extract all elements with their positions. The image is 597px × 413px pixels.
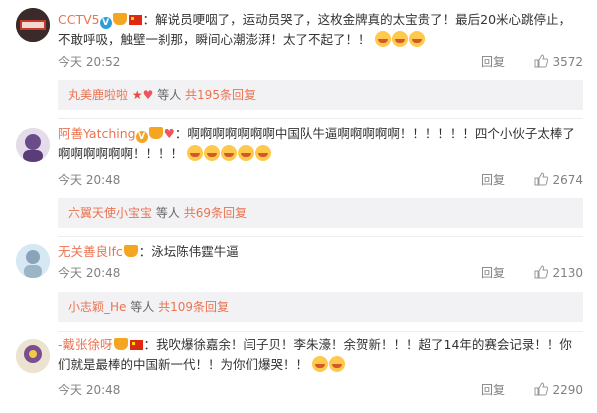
- verified-icon: V: [135, 131, 148, 143]
- reply-others: 等人: [130, 300, 155, 314]
- reply-summary[interactable]: 小志颖_He 等人 共109条回复: [58, 292, 583, 322]
- star-icon: ★: [131, 88, 143, 102]
- comment-text: -戴张徐呀 ：我吹爆徐嘉余！闫子贝！李朱濠！余贺新！！！超了14年的赛会记录！！你…: [58, 335, 583, 375]
- vip-badge-icon: [123, 245, 138, 257]
- reply-count[interactable]: 共109条回复: [158, 300, 229, 314]
- like-count: 2674: [552, 173, 583, 187]
- comment-meta: 今天 20:52 回复 3572: [58, 53, 583, 71]
- thumb-up-icon: [534, 54, 549, 68]
- timestamp: 今天 20:48: [58, 266, 121, 280]
- reply-button[interactable]: 回复: [481, 381, 505, 399]
- comment-body: ：泳坛陈伟霆牛逼: [138, 244, 239, 259]
- emoji-icon: [255, 145, 271, 161]
- username[interactable]: -戴张徐呀: [58, 337, 113, 352]
- heart-icon: ♥: [163, 126, 175, 141]
- timestamp: 今天 20:48: [58, 173, 121, 187]
- reply-count[interactable]: 共195条回复: [185, 88, 256, 102]
- avatar[interactable]: [16, 8, 50, 42]
- like-count: 2130: [552, 266, 583, 280]
- emoji-icon: [374, 31, 391, 47]
- thumb-up-icon: [534, 265, 549, 279]
- timestamp: 今天 20:48: [58, 383, 121, 397]
- reply-button[interactable]: 回复: [481, 264, 505, 282]
- emoji-icon: [312, 356, 328, 372]
- reply-username[interactable]: 六翼天使小宝宝: [68, 206, 152, 220]
- flag-icon: [129, 340, 143, 350]
- avatar[interactable]: [16, 339, 50, 373]
- comment-text: 阿善Yatching V ♥：啊啊啊啊啊啊啊中国队牛逼啊啊啊啊啊！！！！！！四个小伙…: [58, 124, 583, 164]
- reply-summary[interactable]: 丸美鹿啦啦 ★♥ 等人 共195条回复: [58, 80, 583, 110]
- like-button[interactable]: 2674: [534, 171, 583, 189]
- thumb-up-icon: [534, 382, 549, 396]
- cctv5-logo-icon: [16, 8, 50, 42]
- comment-text: CCTV5 V ：解说员哽咽了，运动员哭了，这枚金牌真的太宝贵了！最后20米心跳停止…: [58, 10, 583, 50]
- username[interactable]: 阿善Yatching: [58, 126, 136, 141]
- like-button[interactable]: 2290: [534, 381, 583, 399]
- reply-button[interactable]: 回复: [481, 53, 505, 71]
- avatar-image: [16, 244, 50, 278]
- vip-badge-icon: [113, 338, 128, 350]
- reply-others: 等人: [157, 88, 182, 102]
- reply-username[interactable]: 小志颖_He: [68, 300, 126, 314]
- username[interactable]: CCTV5: [58, 12, 100, 27]
- emoji-icon: [221, 145, 237, 161]
- reply-username[interactable]: 丸美鹿啦啦: [68, 88, 128, 102]
- reply-others: 等人: [155, 206, 180, 220]
- divider: [58, 118, 583, 119]
- emoji-icon: [187, 145, 203, 161]
- avatar-image: [16, 339, 50, 373]
- vip-badge-icon: [112, 13, 127, 25]
- like-button[interactable]: 2130: [534, 264, 583, 282]
- emoji-icon: [329, 356, 345, 372]
- avatar[interactable]: [16, 128, 50, 162]
- username[interactable]: 无关善良lfc: [58, 244, 123, 259]
- reply-summary[interactable]: 六翼天使小宝宝 等人 共69条回复: [58, 198, 583, 228]
- verified-icon: V: [99, 17, 112, 29]
- comment-meta: 今天 20:48 回复 2290: [58, 381, 583, 399]
- comment-meta: 今天 20:48 回复 2674: [58, 171, 583, 189]
- timestamp: 今天 20:52: [58, 55, 121, 69]
- vip-badge-icon: [148, 127, 163, 139]
- like-count: 2290: [552, 383, 583, 397]
- flag-icon: [128, 15, 142, 25]
- divider: [58, 331, 583, 332]
- heart-icon: ♥: [142, 88, 154, 102]
- like-count: 3572: [552, 55, 583, 69]
- emoji-icon: [204, 145, 220, 161]
- comment-text: 无关善良lfc ：泳坛陈伟霆牛逼: [58, 242, 583, 262]
- emoji-icon: [238, 145, 254, 161]
- emoji-icon: [391, 31, 408, 47]
- emoji-icon: [408, 31, 425, 47]
- avatar-image: [16, 128, 50, 162]
- thumb-up-icon: [534, 172, 549, 186]
- reply-button[interactable]: 回复: [481, 171, 505, 189]
- reply-count[interactable]: 共69条回复: [184, 206, 247, 220]
- like-button[interactable]: 3572: [534, 53, 583, 71]
- avatar[interactable]: [16, 244, 50, 278]
- comment-meta: 今天 20:48 回复 2130: [58, 264, 583, 282]
- divider: [58, 236, 583, 237]
